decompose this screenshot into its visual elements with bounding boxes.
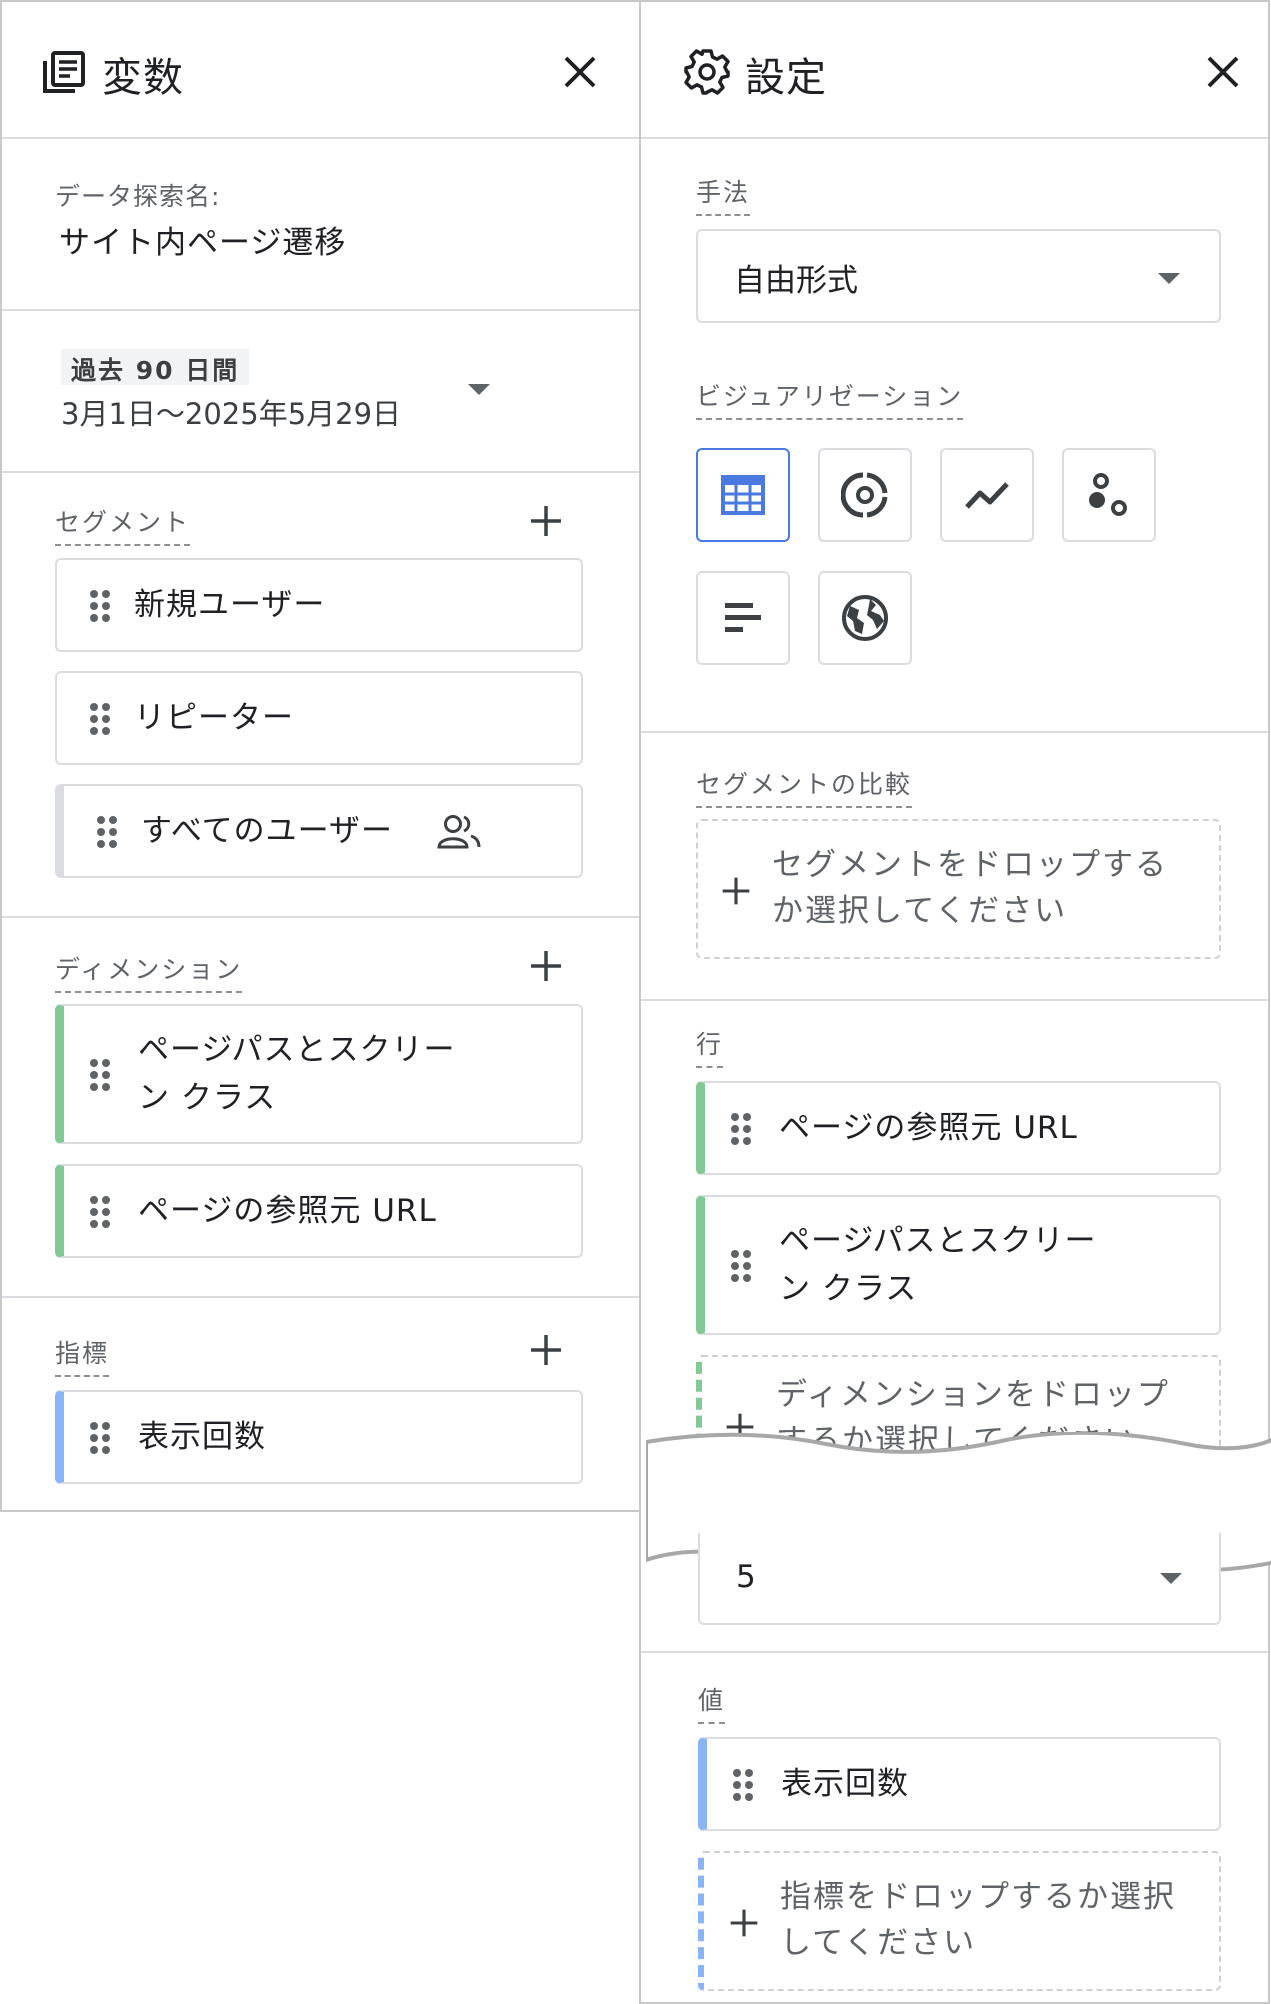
segment-compare-drop-text-line1: セグメントをドロップする bbox=[772, 847, 1168, 883]
date-range-text: 3月1日〜2025年5月29日 bbox=[61, 397, 402, 431]
row-chip-label-line2: ン クラス bbox=[779, 1271, 918, 1307]
row-chip-page-referrer[interactable]: ページの参照元 URL bbox=[696, 1081, 1221, 1175]
scatter-plot-icon bbox=[1089, 473, 1127, 516]
variables-panel: 変数 データ探索名: サイト内ページ遷移 過去 90 日間 3月1日〜2025年… bbox=[0, 0, 641, 1512]
values-label: 値 bbox=[698, 1681, 726, 1724]
metric-chip-label: 表示回数 bbox=[138, 1419, 266, 1455]
segment-compare-section: セグメントの比較 セグメントをドロップする か選択してください bbox=[641, 733, 1268, 1001]
segment-chip-label: すべてのユーザー bbox=[141, 813, 393, 849]
technique-label: 手法 bbox=[696, 173, 751, 216]
people-icon bbox=[437, 815, 481, 849]
gear-icon bbox=[684, 49, 730, 95]
viz-table-option[interactable] bbox=[696, 448, 790, 542]
metric-chip-views[interactable]: 表示回数 bbox=[55, 1390, 583, 1484]
drag-handle-icon[interactable] bbox=[730, 1249, 752, 1283]
segment-compare-dropzone[interactable]: セグメントをドロップする か選択してください bbox=[696, 819, 1221, 959]
rows-count-value: 5 bbox=[736, 1559, 756, 1595]
chevron-down-icon bbox=[1160, 1573, 1182, 1584]
technique-section: 手法 自由形式 ビジュアリゼーション bbox=[641, 139, 1268, 733]
row-chip-label: ページの参照元 URL bbox=[779, 1110, 1078, 1146]
exploration-name-input[interactable]: サイト内ページ遷移 bbox=[59, 217, 346, 262]
add-dimension-icon[interactable] bbox=[528, 948, 564, 984]
viz-geo-option[interactable] bbox=[818, 571, 912, 665]
drag-handle-icon[interactable] bbox=[89, 1421, 111, 1455]
segment-chip-label: リピーター bbox=[134, 700, 294, 736]
value-chip-views[interactable]: 表示回数 bbox=[698, 1737, 1221, 1831]
dimensions-label: ディメンション bbox=[55, 950, 243, 993]
chevron-down-icon bbox=[468, 384, 490, 395]
chevron-down-icon bbox=[1158, 273, 1180, 284]
line-chart-icon bbox=[965, 482, 1009, 509]
variables-header: 変数 bbox=[2, 2, 639, 139]
document-list-icon bbox=[43, 51, 85, 93]
drag-handle-icon[interactable] bbox=[96, 815, 118, 849]
segment-chip-all-users[interactable]: すべてのユーザー bbox=[55, 784, 583, 878]
viz-donut-option[interactable] bbox=[818, 448, 912, 542]
viz-bar-option[interactable] bbox=[696, 571, 790, 665]
viz-scatter-option[interactable] bbox=[1062, 448, 1156, 542]
segment-compare-label: セグメントの比較 bbox=[696, 765, 913, 808]
values-drop-text-line2: してください bbox=[780, 1925, 977, 1961]
dimension-chip-page-path[interactable]: ページパスとスクリー ン クラス bbox=[55, 1004, 583, 1144]
table-icon bbox=[721, 475, 765, 515]
add-metric-icon[interactable] bbox=[528, 1332, 564, 1368]
add-icon bbox=[730, 1909, 758, 1937]
segments-label: セグメント bbox=[55, 503, 191, 546]
close-icon[interactable] bbox=[560, 52, 600, 92]
metrics-section: 指標 表示回数 bbox=[2, 1298, 639, 1512]
value-chip-label: 表示回数 bbox=[781, 1766, 909, 1802]
variables-title: 変数 bbox=[102, 55, 184, 101]
settings-header: 設定 bbox=[641, 2, 1268, 139]
dimension-chip-label-line1: ページパスとスクリー bbox=[138, 1032, 456, 1068]
rows-count-select[interactable]: 5 bbox=[698, 1533, 1221, 1625]
dimensions-section: ディメンション ページパスとスクリー ン クラス ページの参照元 URL bbox=[2, 918, 639, 1298]
drag-handle-icon[interactable] bbox=[89, 1195, 111, 1229]
rows-drop-text: ディメンションをドロップ bbox=[776, 1377, 1170, 1413]
dimension-chip-label: ページの参照元 URL bbox=[138, 1193, 437, 1229]
globe-icon bbox=[842, 595, 888, 641]
settings-panel: 設定 手法 自由形式 ビジュアリゼーション セグメントの比較 セグメントをドロッ… bbox=[639, 0, 1271, 2004]
technique-value: 自由形式 bbox=[734, 263, 858, 299]
metrics-label: 指標 bbox=[55, 1334, 110, 1377]
drag-handle-icon[interactable] bbox=[89, 589, 111, 623]
date-range-badge: 過去 90 日間 bbox=[61, 349, 250, 385]
drag-handle-icon[interactable] bbox=[89, 1058, 111, 1092]
dimension-chip-page-referrer[interactable]: ページの参照元 URL bbox=[55, 1164, 583, 1258]
drag-handle-icon[interactable] bbox=[730, 1112, 752, 1146]
segment-chip-label: 新規ユーザー bbox=[134, 587, 326, 623]
donut-chart-icon bbox=[841, 472, 888, 518]
segment-chip-returning[interactable]: リピーター bbox=[55, 671, 583, 765]
exploration-name-label: データ探索名: bbox=[55, 182, 221, 211]
row-chip-page-path[interactable]: ページパスとスクリー ン クラス bbox=[696, 1195, 1221, 1335]
settings-title: 設定 bbox=[745, 55, 827, 101]
row-chip-label-line1: ページパスとスクリー bbox=[779, 1223, 1097, 1259]
dimension-chip-label-line2: ン クラス bbox=[138, 1080, 277, 1116]
add-segment-icon[interactable] bbox=[528, 503, 564, 539]
date-range-selector[interactable]: 過去 90 日間 3月1日〜2025年5月29日 bbox=[2, 311, 639, 473]
technique-select[interactable]: 自由形式 bbox=[696, 229, 1221, 323]
bar-chart-icon bbox=[725, 603, 761, 632]
visualization-label: ビジュアリゼーション bbox=[696, 377, 964, 420]
add-icon bbox=[722, 877, 750, 905]
drag-handle-icon[interactable] bbox=[732, 1768, 754, 1802]
segment-compare-drop-text-line2: か選択してください bbox=[772, 893, 1068, 929]
values-section: 値 表示回数 指標をドロップするか選択 してください bbox=[641, 1653, 1268, 2003]
rows-label: 行 bbox=[696, 1025, 724, 1068]
segments-section: セグメント 新規ユーザー リピーター すべてのユーザー bbox=[2, 473, 639, 918]
close-icon[interactable] bbox=[1203, 52, 1243, 92]
segment-chip-new-users[interactable]: 新規ユーザー bbox=[55, 558, 583, 652]
viz-line-option[interactable] bbox=[940, 448, 1034, 542]
drag-handle-icon[interactable] bbox=[89, 702, 111, 736]
exploration-name-section: データ探索名: サイト内ページ遷移 bbox=[2, 139, 639, 311]
values-drop-text-line1: 指標をドロップするか選択 bbox=[780, 1879, 1176, 1915]
values-dropzone[interactable]: 指標をドロップするか選択 してください bbox=[698, 1851, 1221, 1991]
